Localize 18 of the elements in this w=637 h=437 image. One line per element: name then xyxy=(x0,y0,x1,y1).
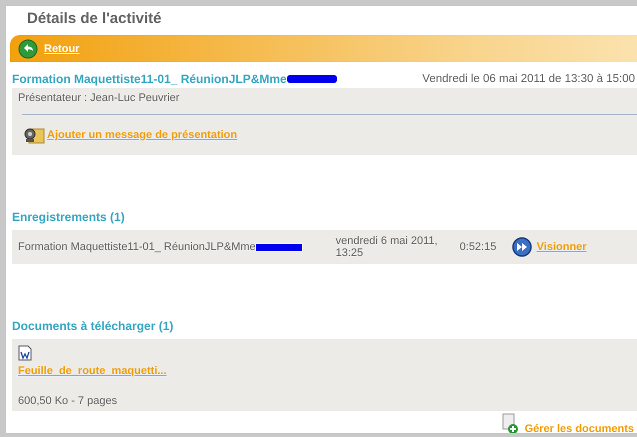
add-message-link[interactable]: Ajouter un message de présentation xyxy=(47,129,238,141)
add-document-icon xyxy=(500,413,521,433)
manage-documents-link[interactable]: Gérer les documents xyxy=(524,423,634,433)
fast-forward-icon xyxy=(512,237,532,257)
document-link[interactable]: Feuille_de_route_maquetti... xyxy=(18,365,167,377)
recording-date: vendredi 6 mai 2011, 13:25 xyxy=(336,235,439,259)
recording-name: Formation Maquettiste11-01_ RéunionJLP&Mme xyxy=(18,241,256,253)
activity-title: Formation Maquettiste11-01_ RéunionJLP&Mme xyxy=(12,72,287,86)
word-document-icon xyxy=(18,345,32,361)
presenter-text: Présentateur : Jean-Luc Peuvrier xyxy=(18,92,180,104)
back-link[interactable]: Retour xyxy=(44,42,80,54)
section-heading: Documents à télécharger (1) xyxy=(12,319,174,333)
page-title: Détails de l'activité xyxy=(27,10,162,27)
activity-schedule: Vendredi le 06 mai 2011 de 13:30 à 15:00 xyxy=(422,73,635,85)
recording-duration: 0:52:15 xyxy=(460,241,498,253)
document-info: 600,50 Ko - 7 pages xyxy=(18,395,118,407)
section-heading: Enregistrements (1) xyxy=(12,210,125,224)
view-link[interactable]: Visionner xyxy=(536,241,587,253)
